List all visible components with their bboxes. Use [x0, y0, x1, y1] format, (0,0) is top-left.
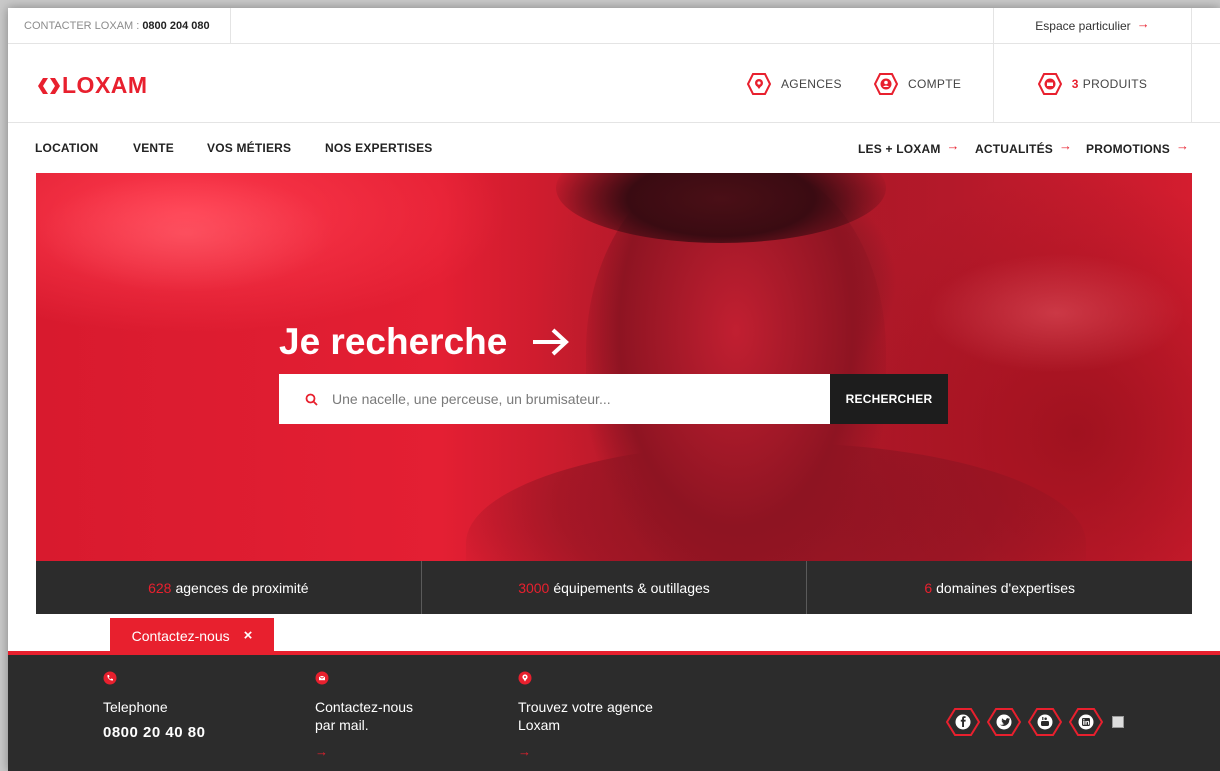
- search-bar: RECHERCHER: [279, 374, 948, 424]
- nav-vos-metiers[interactable]: VOS MÉTIERS: [207, 141, 291, 155]
- youtube-icon[interactable]: [1028, 708, 1062, 736]
- stats-bar: 628 agences de proximité 3000 équipement…: [36, 561, 1192, 614]
- nav-location[interactable]: LOCATION: [35, 141, 98, 155]
- cart-link[interactable]: 3 PRODUITS: [993, 44, 1192, 123]
- contact-number: 0800 204 080: [142, 20, 210, 32]
- arrow-right-icon: →: [1059, 138, 1073, 153]
- nav-nos-expertises[interactable]: NOS EXPERTISES: [325, 141, 433, 155]
- arrow-right-icon: →: [1136, 15, 1150, 31]
- search-button[interactable]: RECHERCHER: [830, 374, 948, 424]
- footer-mail[interactable]: Contactez-nous par mail. →: [315, 671, 413, 759]
- nav-vente[interactable]: VENTE: [133, 141, 174, 155]
- hero-background-blur: [36, 173, 336, 293]
- search-icon: [305, 393, 318, 406]
- hero-background-blur: [926, 253, 1186, 373]
- stat-agences: 628 agences de proximité: [36, 561, 422, 614]
- stat-number: 3000: [518, 579, 550, 596]
- loxam-logo-icon: [38, 77, 60, 94]
- nav-promotions-label: PROMOTIONS: [1086, 142, 1171, 156]
- footer-phone-title: Telephone: [103, 699, 168, 715]
- footer-agence-line2: Loxam: [518, 717, 561, 733]
- location-pin-icon: [747, 72, 771, 95]
- page: CONTACTER LOXAM : 0800 204 080 Espace pa…: [8, 8, 1220, 771]
- social-links: [946, 708, 1124, 736]
- arrow-right-icon[interactable]: →: [315, 744, 413, 759]
- contact-label: CONTACTER LOXAM :: [24, 20, 140, 32]
- close-icon[interactable]: ×: [244, 627, 253, 644]
- location-pin-icon: [518, 671, 653, 690]
- stat-domaines: 6 domaines d'expertises: [807, 561, 1192, 614]
- compte-label: COMPTE: [908, 76, 962, 91]
- contact-tab[interactable]: Contactez-nous ×: [110, 618, 274, 653]
- top-bar: CONTACTER LOXAM : 0800 204 080 Espace pa…: [8, 8, 1220, 44]
- arrow-right-icon[interactable]: →: [518, 744, 653, 759]
- footer-agence[interactable]: Trouvez votre agence Loxam →: [518, 671, 653, 759]
- cart-count: 3: [1071, 76, 1079, 91]
- broken-image-icon: [1112, 716, 1124, 728]
- nav-plus-loxam-label: LES + LOXAM: [858, 142, 941, 156]
- arrow-right-icon: →: [1176, 138, 1190, 153]
- contact-tab-label: Contactez-nous: [131, 627, 230, 644]
- phone-icon: [103, 671, 205, 690]
- search-field[interactable]: [279, 374, 830, 424]
- espace-label: Espace particulier: [1035, 19, 1131, 33]
- stat-number: 628: [148, 579, 172, 596]
- compte-link[interactable]: COMPTE: [874, 44, 961, 123]
- stat-label: agences de proximité: [175, 579, 309, 596]
- agences-label: AGENCES: [781, 76, 842, 91]
- cart-label: PRODUITS: [1082, 76, 1148, 91]
- stat-label: domaines d'expertises: [936, 579, 1075, 596]
- stat-label: équipements & outillages: [553, 579, 710, 596]
- logo-text: LOXAM: [62, 72, 148, 98]
- stat-equipements: 3000 équipements & outillages: [422, 561, 808, 614]
- nav-actualites-label: ACTUALITÉS: [975, 142, 1053, 156]
- footer-mail-line1: Contactez-nous: [315, 699, 414, 715]
- arrow-right-icon: →: [946, 138, 960, 153]
- header: LOXAM AGENCES COMPTE 3 PRODUITS: [8, 44, 1220, 123]
- logo[interactable]: LOXAM: [38, 72, 148, 99]
- linkedin-icon[interactable]: [1069, 708, 1103, 736]
- main-nav: LOCATION VENTE VOS MÉTIERS NOS EXPERTISE…: [8, 123, 1220, 173]
- hero-heading: Je recherche: [279, 321, 571, 363]
- arrow-right-icon: [533, 328, 570, 356]
- mail-icon: [315, 671, 413, 690]
- nav-plus-loxam[interactable]: LES + LOXAM →: [858, 138, 960, 156]
- stat-number: 6: [924, 579, 933, 596]
- nav-promotions[interactable]: PROMOTIONS →: [1086, 138, 1190, 156]
- nav-actualites[interactable]: ACTUALITÉS →: [975, 138, 1073, 156]
- espace-particulier-link[interactable]: Espace particulier →: [993, 8, 1192, 44]
- agences-link[interactable]: AGENCES: [747, 44, 842, 123]
- hero-banner: Je recherche RECHERCHER: [36, 173, 1192, 561]
- footer-agence-line1: Trouvez votre agence: [518, 699, 653, 715]
- contact-footer: Telephone 0800 20 40 80 Contactez-nous p…: [8, 651, 1220, 771]
- hero-heading-text: Je recherche: [279, 321, 508, 362]
- twitter-icon[interactable]: [987, 708, 1021, 736]
- footer-phone[interactable]: Telephone 0800 20 40 80: [103, 671, 205, 741]
- search-input[interactable]: [332, 391, 802, 407]
- footer-phone-number: 0800 20 40 80: [103, 724, 206, 741]
- contact-phone-link[interactable]: CONTACTER LOXAM : 0800 204 080: [24, 8, 231, 44]
- user-icon: [874, 72, 898, 95]
- facebook-icon[interactable]: [946, 708, 980, 736]
- cart-icon: [1037, 72, 1062, 95]
- footer-mail-line2: par mail.: [315, 717, 369, 733]
